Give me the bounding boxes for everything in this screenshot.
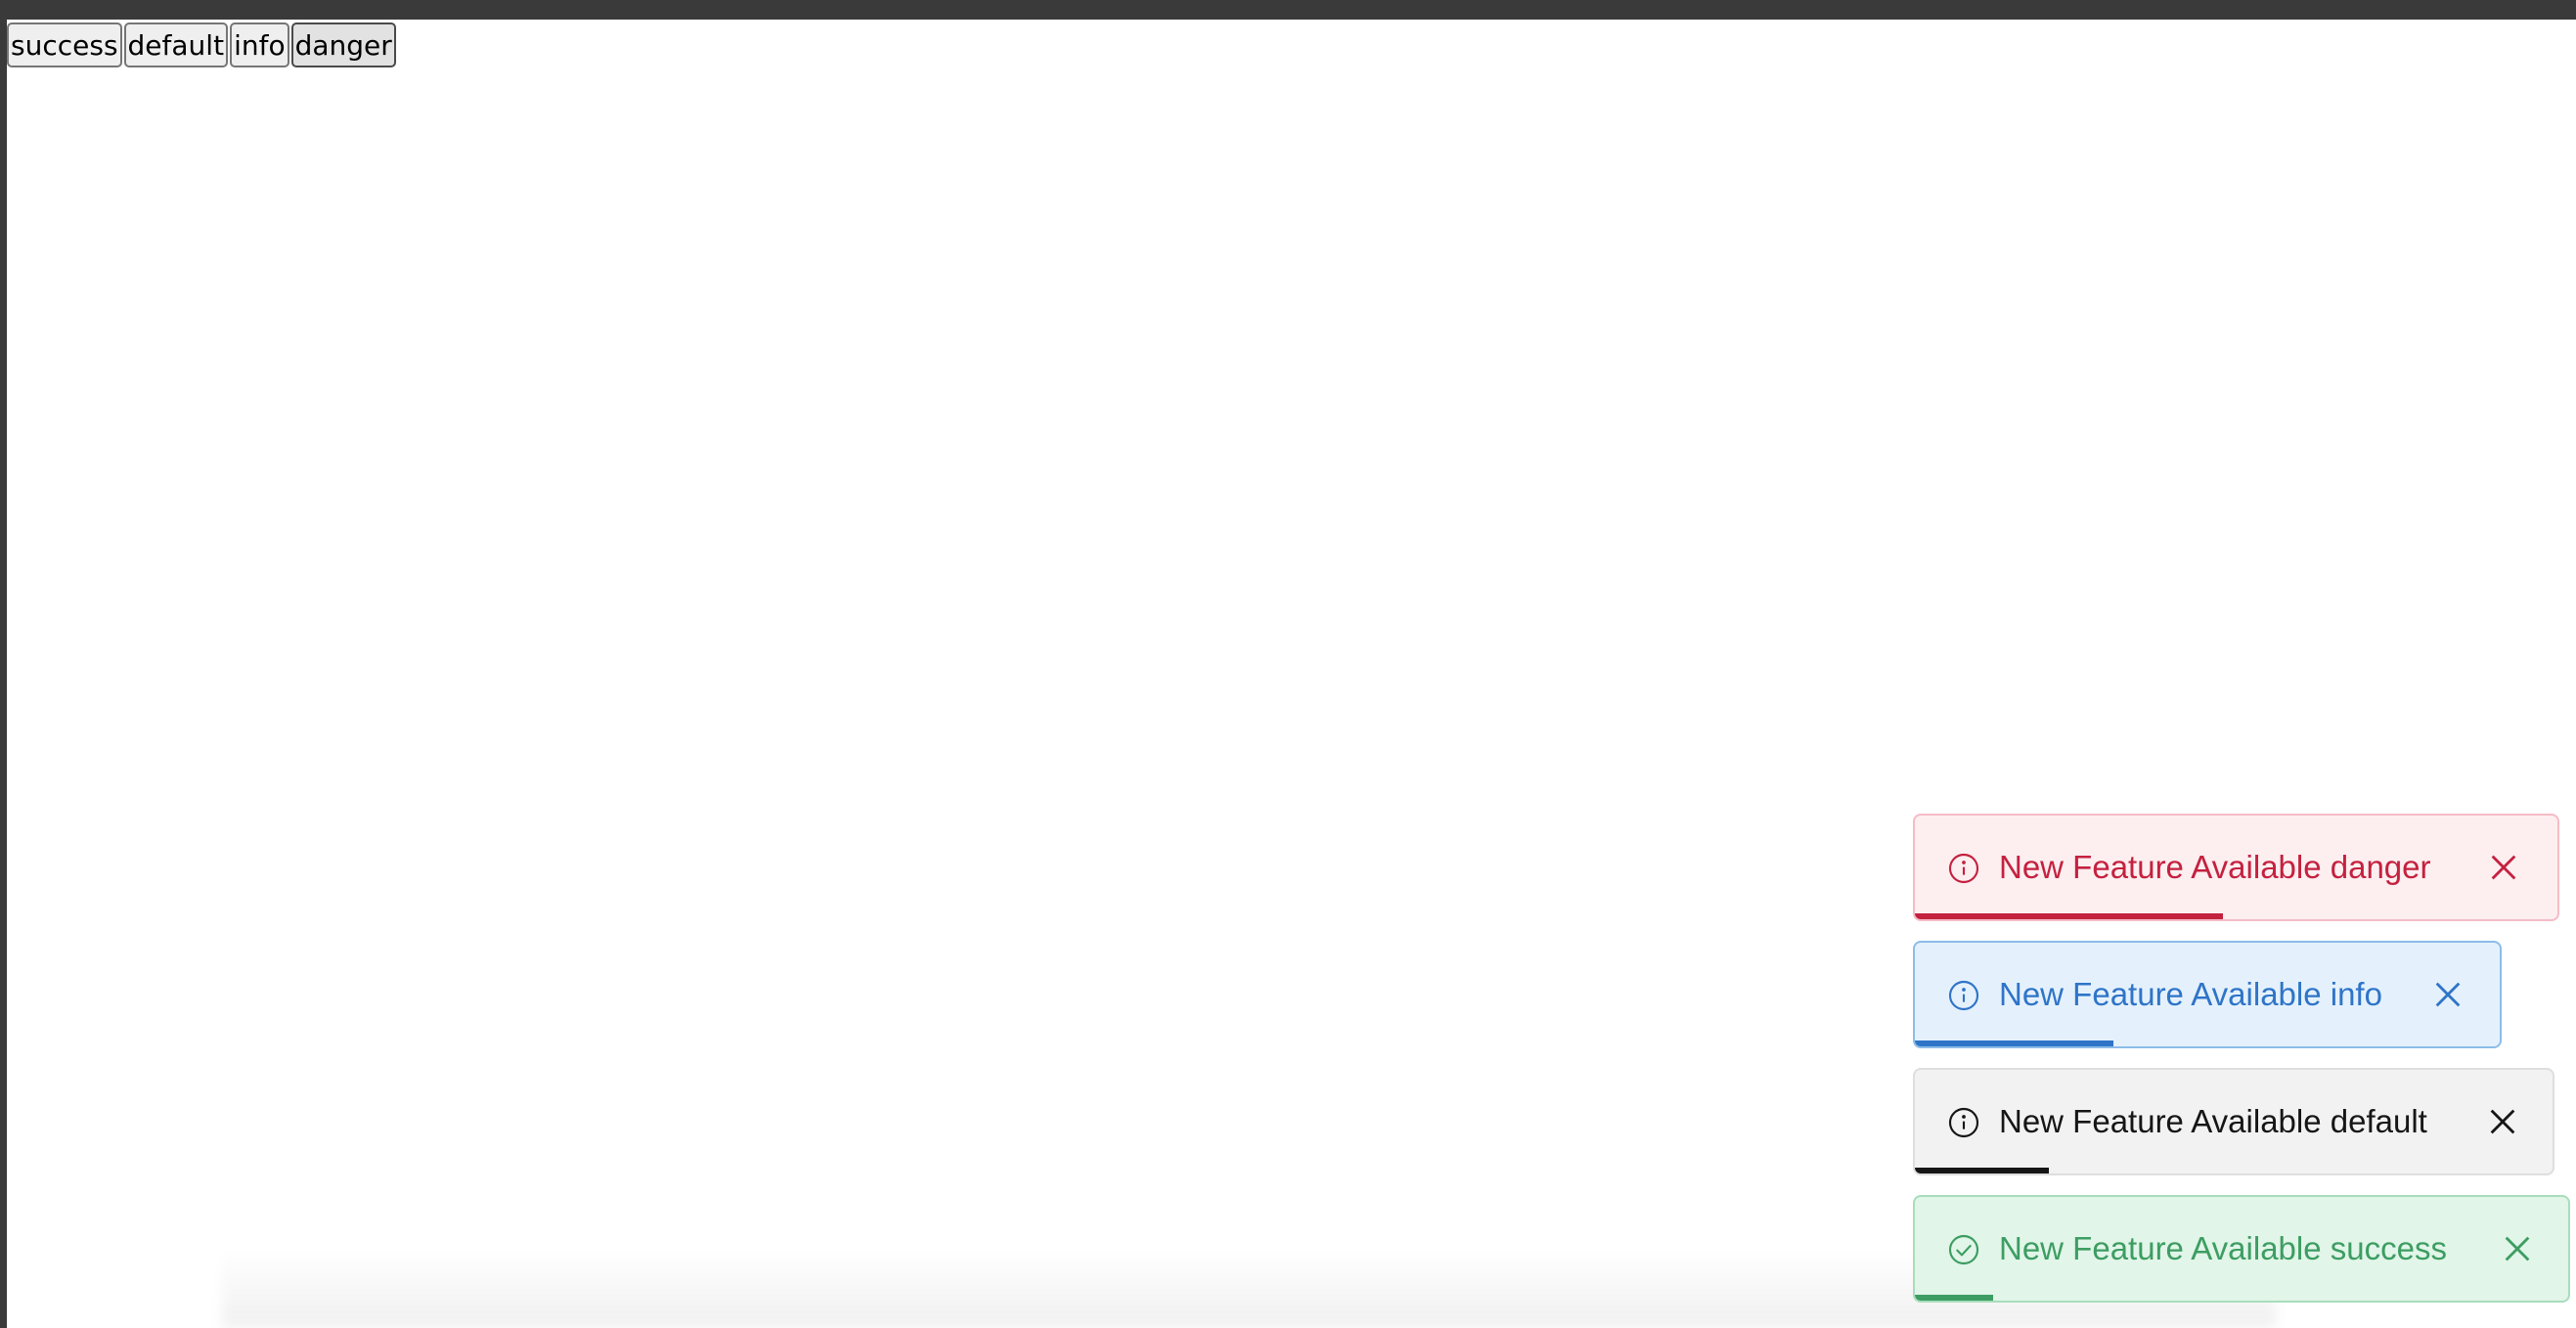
toast-progress-bar <box>1915 1168 2049 1173</box>
toast-progress-bar <box>1915 913 2224 919</box>
close-icon[interactable] <box>2486 1105 2519 1138</box>
toast-message: New Feature Available default <box>1999 1103 2427 1139</box>
close-icon[interactable] <box>2487 851 2520 884</box>
danger-button[interactable]: danger <box>290 22 396 67</box>
info-circle-icon <box>1948 1107 1979 1138</box>
toast-info: New Feature Available info <box>1913 941 2502 1048</box>
left-edge-strip <box>0 20 7 1328</box>
default-button[interactable]: default <box>123 22 229 67</box>
info-circle-icon <box>1948 980 1979 1011</box>
toast-trigger-buttons: success default info danger <box>7 22 398 67</box>
toast-progress-bar <box>1915 1295 1994 1301</box>
toast-message: New Feature Available success <box>1999 1230 2447 1266</box>
toast-danger: New Feature Available danger <box>1913 814 2559 921</box>
info-button[interactable]: info <box>230 22 289 67</box>
success-button[interactable]: success <box>7 22 122 67</box>
toast-message: New Feature Available info <box>1999 976 2382 1012</box>
browser-top-bar <box>0 0 2576 20</box>
info-circle-icon <box>1948 853 1979 884</box>
check-circle-icon <box>1948 1234 1979 1265</box>
close-icon[interactable] <box>2431 978 2465 1011</box>
toast-default: New Feature Available default <box>1913 1068 2554 1175</box>
close-icon[interactable] <box>2501 1232 2534 1265</box>
toast-message: New Feature Available danger <box>1999 849 2431 885</box>
toast-progress-bar <box>1915 1040 2114 1046</box>
toast-success: New Feature Available success <box>1913 1195 2570 1303</box>
